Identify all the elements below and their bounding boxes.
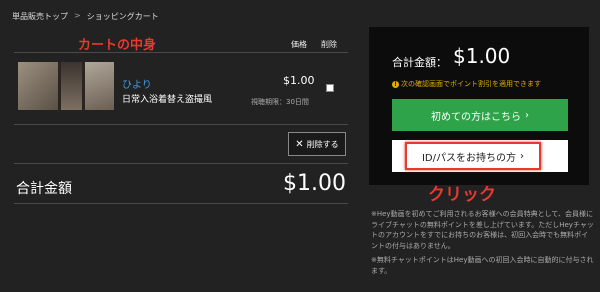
first-time-button[interactable]: 初めての方はこちら › (392, 99, 568, 131)
notes: ※Hey動画を初めてご利用されるお客様への会員特典として、会員様にライブチャット… (371, 209, 595, 280)
remove-button-label: 削除する (306, 139, 339, 149)
panel-point-note-text: 次の確認画面でポイント割引を適用できます (401, 80, 541, 88)
annotation-cart-contents: カートの中身 (78, 38, 157, 53)
divider (14, 203, 348, 204)
login-button-highlight[interactable]: ID/パスをお持ちの方 › (405, 142, 541, 170)
panel-point-note: ! 次の確認画面でポイント割引を適用できます (392, 79, 541, 89)
breadcrumb-link-top[interactable]: 単品販売トップ (12, 11, 68, 22)
item-viewing-period: 視聴期限：30日間 (251, 98, 309, 106)
item-thumbnail[interactable] (18, 62, 114, 110)
item-title: 日常入浴着替え盗撮風 (122, 95, 213, 105)
item-user-link[interactable]: ひより (122, 76, 152, 91)
divider (14, 124, 348, 125)
breadcrumb: 単品販売トップ > ショッピングカート (12, 11, 159, 22)
cart-total-label: 合計金額 (16, 181, 72, 197)
column-header-delete: 削除 (321, 40, 337, 49)
item-price: $1.00 (283, 74, 315, 87)
breadcrumb-current: ショッピングカート (86, 12, 159, 21)
divider (14, 52, 348, 53)
column-header-price: 価格 (291, 40, 307, 49)
login-button-label: ID/パスをお持ちの方 (421, 152, 517, 164)
breadcrumb-separator: > (74, 11, 81, 20)
chevron-right-icon: › (520, 150, 525, 162)
item-delete-checkbox[interactable] (326, 84, 334, 92)
panel-total-value: $1.00 (453, 44, 511, 68)
remove-button[interactable]: ✕ 削除する (288, 132, 346, 156)
note-text: ※無料チャットポイントはHey動画への初回入会時に自動的に付与されます。 (371, 256, 594, 275)
chevron-right-icon: › (525, 109, 529, 121)
divider (14, 163, 348, 164)
cart-total-value: $1.00 (283, 171, 346, 196)
note-text: ※Hey動画を初めてご利用されるお客様への会員特典として、会員様にライブチャット… (371, 210, 594, 250)
close-icon: ✕ (295, 138, 304, 150)
panel-total-label: 合計金額： (392, 56, 447, 69)
info-icon: ! (392, 80, 399, 88)
annotation-click: クリック (428, 185, 496, 205)
first-time-button-label: 初めての方はこちら (431, 111, 521, 123)
